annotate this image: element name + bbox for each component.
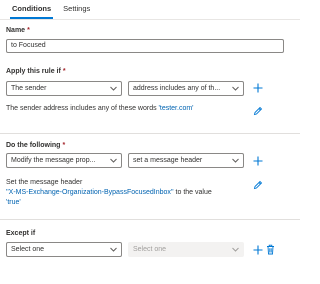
- apply-rule-label: Apply this rule if *: [6, 68, 66, 75]
- exception-field-value: Select one: [11, 246, 45, 253]
- tab-conditions[interactable]: Conditions: [6, 3, 57, 19]
- edit-action-pencil-icon[interactable]: [253, 180, 263, 190]
- action-description-line2: ''X-MS-Exchange-Organization-BypassFocus…: [6, 188, 212, 198]
- delete-exception-trash-icon[interactable]: [266, 244, 275, 255]
- action-label: Do the following *: [6, 142, 65, 149]
- condition-description-text: The sender address includes any of these…: [6, 105, 157, 112]
- action-description-text: Set the message header: [6, 179, 83, 186]
- action-description-to-value: to the value: [175, 189, 212, 196]
- chevron-down-icon: [232, 158, 239, 163]
- condition-field-value: The sender: [11, 85, 47, 92]
- edit-condition-pencil-icon[interactable]: [253, 106, 263, 116]
- condition-value-link[interactable]: 'tester.com': [159, 105, 194, 112]
- chevron-down-icon: [110, 158, 117, 163]
- action-field-value: Modify the message prop...: [11, 157, 96, 164]
- action-label-text: Do the following: [6, 142, 61, 149]
- action-description-line1: Set the message header: [6, 178, 82, 188]
- exception-operator-value: Select one: [133, 246, 167, 253]
- exception-label-text: Except if: [6, 230, 36, 237]
- chevron-down-icon: [110, 247, 117, 252]
- exception-label: Except if: [6, 230, 35, 237]
- header-value-link[interactable]: 'true': [6, 199, 21, 206]
- exception-operator-dropdown: Select one: [128, 242, 244, 257]
- add-condition-plus-icon[interactable]: [253, 83, 263, 93]
- tab-divider: [0, 19, 300, 20]
- chevron-down-icon: [110, 86, 117, 91]
- apply-rule-label-text: Apply this rule if: [6, 68, 61, 75]
- required-marker: *: [62, 142, 66, 149]
- action-operation-dropdown[interactable]: set a message header: [128, 153, 244, 168]
- add-action-plus-icon[interactable]: [253, 156, 263, 166]
- condition-description: The sender address includes any of these…: [6, 104, 194, 114]
- condition-operator-dropdown[interactable]: address includes any of th...: [128, 81, 244, 96]
- chevron-down-icon: [232, 86, 239, 91]
- section-divider: [0, 219, 300, 220]
- name-label-text: Name: [6, 27, 26, 34]
- condition-operator-value: address includes any of th...: [133, 85, 221, 92]
- action-field-dropdown[interactable]: Modify the message prop...: [6, 153, 122, 168]
- chevron-down-icon: [232, 247, 239, 252]
- condition-field-dropdown[interactable]: The sender: [6, 81, 122, 96]
- required-marker: *: [27, 27, 30, 34]
- tab-bar: Conditions Settings: [6, 3, 96, 19]
- action-description-line3: 'true': [6, 198, 21, 208]
- exception-field-dropdown[interactable]: Select one: [6, 242, 122, 257]
- name-input[interactable]: to Focused: [6, 39, 284, 53]
- header-name-link[interactable]: ''X-MS-Exchange-Organization-BypassFocus…: [6, 189, 174, 196]
- add-exception-plus-icon[interactable]: [253, 245, 263, 255]
- required-marker: *: [62, 68, 66, 75]
- section-divider: [0, 133, 300, 134]
- name-label: Name *: [6, 27, 30, 34]
- tab-settings[interactable]: Settings: [57, 3, 96, 17]
- action-operation-value: set a message header: [133, 157, 203, 164]
